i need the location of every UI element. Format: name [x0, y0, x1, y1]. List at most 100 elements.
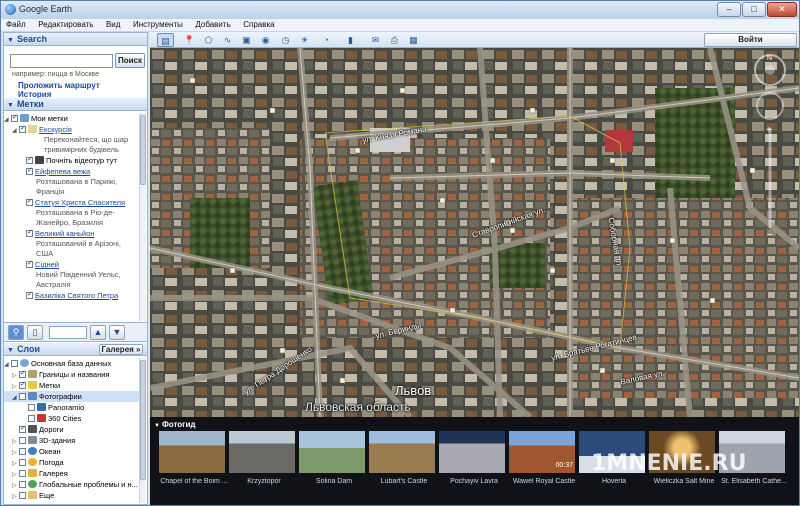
menu-add[interactable]: Добавить	[190, 19, 235, 30]
photo-thumb[interactable]: Pochayiv Lavra	[439, 431, 505, 487]
search-input[interactable]	[10, 54, 113, 68]
layer-roads[interactable]: Дороги	[4, 423, 142, 435]
checkbox[interactable]	[19, 393, 26, 400]
main-toolbar: ▤ 📍 ⬠ ∿ ▣ ◉ ◷ ☀ ◔ ▮ ✉ ⎙ ▦ Войти	[150, 32, 799, 48]
search-places-icon[interactable]: ⚲	[8, 325, 24, 340]
checkbox[interactable]	[26, 258, 33, 269]
historical-imagery-icon[interactable]: ◷	[277, 33, 294, 47]
layer-3d-buildings[interactable]: ▷ 3D-здания	[4, 435, 142, 446]
tree-item-eiffel[interactable]: Ейфелева вежа	[4, 165, 142, 177]
checkbox[interactable]	[11, 113, 18, 123]
checkbox[interactable]	[19, 123, 26, 134]
tree-item-label[interactable]: Екскурсія	[39, 125, 72, 134]
tree-item-excursion[interactable]: ◢Екскурсія	[4, 123, 142, 135]
view-in-maps-icon[interactable]: ▦	[405, 33, 422, 47]
checkbox[interactable]	[28, 404, 35, 411]
checkbox[interactable]	[19, 368, 26, 379]
scrollbar-thumb[interactable]	[140, 360, 146, 480]
menu-file[interactable]: Файл	[1, 19, 31, 30]
layer-ocean[interactable]: ▷ Океан	[4, 446, 142, 457]
move-down-icon[interactable]: ▼	[109, 325, 125, 340]
checkbox[interactable]	[19, 437, 26, 444]
layer-more[interactable]: ▷ Еще	[4, 490, 142, 501]
layer-global-issues[interactable]: ▷ Глобальные проблемы и н...	[4, 479, 142, 490]
checkbox[interactable]	[26, 289, 33, 300]
layer-weather[interactable]: ▷ Погода	[4, 457, 142, 468]
planets-icon[interactable]: ◔	[318, 33, 335, 47]
collapse-triangle-icon[interactable]: ▼	[7, 102, 14, 109]
tree-item-tour[interactable]: Почніть відеотур тут	[4, 154, 142, 166]
search-button[interactable]: Поиск	[115, 53, 145, 68]
polygon-icon[interactable]: ⬠	[200, 33, 217, 47]
layer-photos[interactable]: ◢ Фотографии	[4, 391, 142, 402]
checkbox[interactable]	[19, 492, 26, 499]
layer-panoramio[interactable]: Panoramio	[4, 402, 142, 413]
layer-gallery[interactable]: ▷ Галерея	[4, 468, 142, 479]
tree-item-label[interactable]: Ейфелева вежа	[35, 167, 90, 176]
expand-icon[interactable]: ▷	[12, 492, 19, 503]
menu-edit[interactable]: Редактировать	[33, 19, 98, 30]
checkbox[interactable]	[11, 360, 18, 367]
places-filter-input[interactable]	[49, 326, 87, 339]
checkbox[interactable]	[26, 227, 33, 238]
menu-view[interactable]: Вид	[101, 19, 125, 30]
sign-in-button[interactable]: Войти	[704, 33, 797, 47]
panel-toggle-icon[interactable]: ▯	[27, 325, 43, 340]
checkbox[interactable]	[19, 423, 26, 434]
photo-thumb[interactable]: Lubart's Castle	[369, 431, 435, 487]
tree-item-christ[interactable]: Статуя Христа Спасителя	[4, 196, 142, 208]
tree-item-label[interactable]: Базиліка Святого Петра	[35, 291, 118, 300]
sidebar: ▼ Search Поиск например: пицца в Москве П…	[3, 32, 148, 505]
checkbox[interactable]	[26, 154, 33, 165]
photo-icon	[28, 392, 37, 400]
maximize-button[interactable]: □	[742, 2, 766, 17]
image-overlay-icon[interactable]: ▣	[238, 33, 255, 47]
collapse-triangle-icon[interactable]: ▼	[7, 347, 14, 354]
layer-places[interactable]: ▷Метки	[4, 379, 142, 391]
checkbox[interactable]	[19, 448, 26, 455]
scrollbar-thumb[interactable]	[140, 115, 146, 185]
places-panel-header[interactable]: ▼ Метки	[4, 98, 147, 111]
collapse-triangle-icon[interactable]: ▼	[154, 423, 160, 429]
checkbox[interactable]	[28, 415, 35, 422]
tree-item-basilica[interactable]: Базиліка Святого Петра	[4, 289, 142, 301]
layers-scrollbar[interactable]	[139, 358, 146, 503]
layers-panel-header[interactable]: ▼ Слои Галерея »	[4, 343, 147, 356]
checkbox[interactable]	[26, 165, 33, 176]
collapse-triangle-icon[interactable]: ▼	[7, 37, 14, 44]
ruler-icon[interactable]: ▮	[342, 33, 359, 47]
search-panel-header[interactable]: ▼ Search	[4, 33, 147, 46]
tree-item-canyon[interactable]: Великий каньйон	[4, 227, 142, 239]
tree-item-label[interactable]: Сідней	[35, 260, 59, 269]
sidebar-toggle-icon[interactable]: ▤	[157, 33, 174, 47]
menu-tools[interactable]: Инструменты	[128, 19, 188, 30]
photo-thumb[interactable]: Chapel of the Boim ...	[159, 431, 228, 487]
tree-item-label[interactable]: Великий каньйон	[35, 229, 94, 238]
earth-view[interactable]: N + − ул. Князя Романа ул. Бериндьі Став…	[150, 48, 799, 417]
tree-item-label[interactable]: Статуя Христа Спасителя	[35, 198, 125, 207]
placemark-icon[interactable]: 📍	[181, 33, 198, 47]
print-icon[interactable]: ⎙	[386, 33, 403, 47]
photo-thumb[interactable]: Solina Dam	[299, 431, 365, 487]
checkbox[interactable]	[19, 459, 26, 466]
sunlight-icon[interactable]: ☀	[296, 33, 313, 47]
photo-thumb[interactable]: Krzyztopór	[229, 431, 295, 487]
photo-image	[299, 431, 365, 473]
checkbox[interactable]	[19, 481, 26, 488]
minimize-button[interactable]: –	[717, 2, 741, 17]
photo-thumb[interactable]: 00:37 Wawel Royal Castle	[509, 431, 575, 487]
directions-link[interactable]: Проложить маршрут	[18, 81, 100, 90]
close-button[interactable]: ✕	[767, 2, 797, 17]
record-tour-icon[interactable]: ◉	[257, 33, 274, 47]
places-scrollbar[interactable]	[139, 113, 146, 321]
checkbox[interactable]	[26, 196, 33, 207]
menu-help[interactable]: Справка	[238, 19, 279, 30]
email-icon[interactable]: ✉	[367, 33, 384, 47]
path-icon[interactable]: ∿	[219, 33, 236, 47]
move-up-icon[interactable]: ▲	[90, 325, 106, 340]
tree-item-sydney[interactable]: Сідней	[4, 258, 142, 270]
photo-strip-header[interactable]: ▼ Фотогид	[154, 420, 196, 429]
checkbox[interactable]	[19, 470, 26, 477]
checkbox[interactable]	[19, 379, 26, 390]
gallery-button[interactable]: Галерея »	[99, 344, 143, 355]
